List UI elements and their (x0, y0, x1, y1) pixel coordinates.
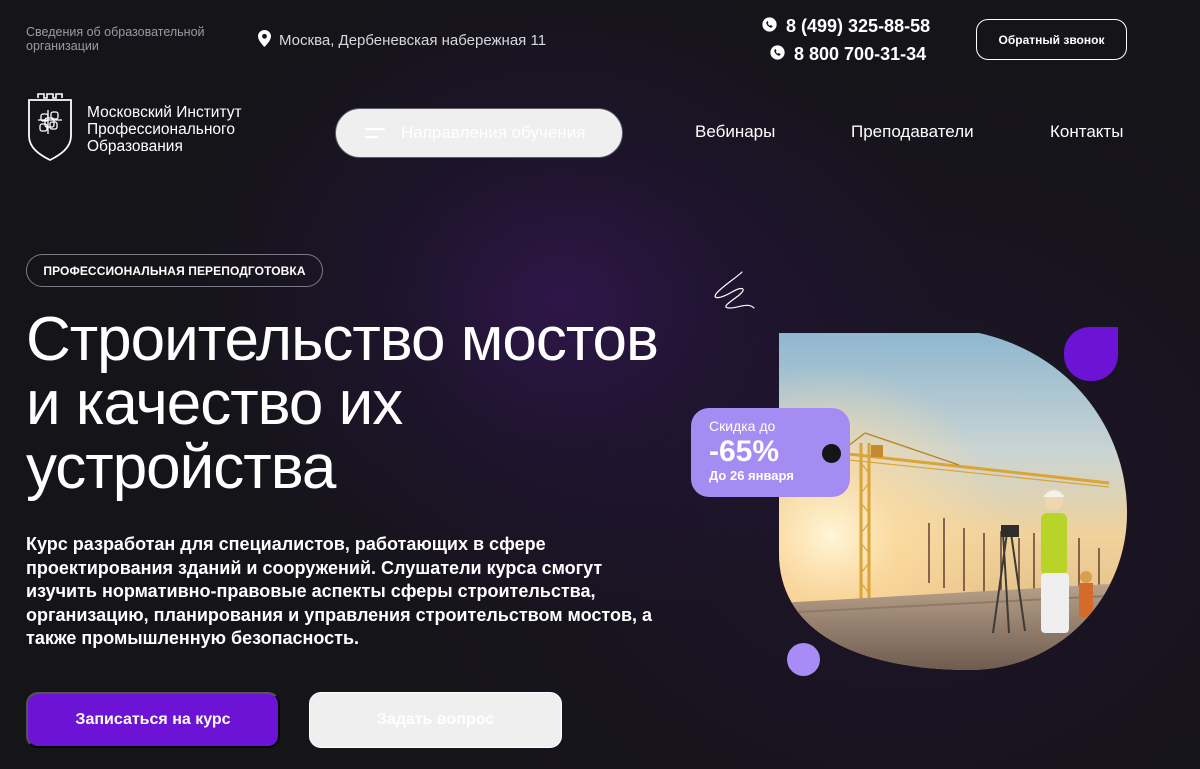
nav-contacts[interactable]: Контакты (1050, 122, 1123, 142)
callback-button[interactable]: Обратный звонок (976, 19, 1127, 60)
nav-webinars[interactable]: Вебинары (695, 122, 775, 142)
phone-link-1[interactable]: 8 (499) 325-88-58 (762, 15, 930, 37)
directions-menu-button[interactable]: Направления обучения (335, 108, 623, 158)
phone-icon (770, 44, 785, 65)
page-title: Строительство мостов и качество их устро… (26, 305, 659, 502)
location-pin-icon (258, 30, 271, 51)
discount-badge-dot (822, 444, 841, 463)
decorative-dot (787, 643, 820, 676)
logo-text: Московский Институт Профессионального Об… (87, 104, 242, 155)
whatsapp-icon (762, 16, 777, 37)
decorative-leaf-shape (1064, 327, 1118, 381)
phones: 8 (499) 325-88-58 8 800 700-31-34 (762, 15, 930, 71)
logo-shield-icon (26, 92, 74, 167)
nav-teachers[interactable]: Преподаватели (851, 122, 974, 142)
logo[interactable]: Московский Институт Профессионального Об… (26, 92, 277, 167)
org-info-link[interactable]: Сведения об образовательной организации (26, 25, 236, 53)
address: Москва, Дербеневская набережная 11 (258, 30, 546, 51)
phone-link-2[interactable]: 8 800 700-31-34 (762, 43, 930, 65)
phone-number-2: 8 800 700-31-34 (794, 43, 927, 64)
burger-menu-icon (365, 127, 387, 139)
course-description: Курс разработан для специалистов, работа… (26, 534, 653, 648)
enroll-button[interactable]: Записаться на курс (26, 692, 280, 748)
discount-date: До 26 января (709, 468, 794, 483)
directions-label: Направления обучения (401, 123, 586, 142)
discount-label: Скидка до (709, 418, 776, 434)
phone-number-1: 8 (499) 325-88-58 (786, 15, 931, 36)
ask-question-button[interactable]: Задать вопрос (309, 692, 562, 748)
address-text: Москва, Дербеневская набережная 11 (279, 32, 547, 49)
program-type-badge: ПРОФЕССИОНАЛЬНАЯ ПЕРЕПОДГОТОВКА (26, 254, 323, 287)
squiggle-icon (714, 271, 755, 309)
